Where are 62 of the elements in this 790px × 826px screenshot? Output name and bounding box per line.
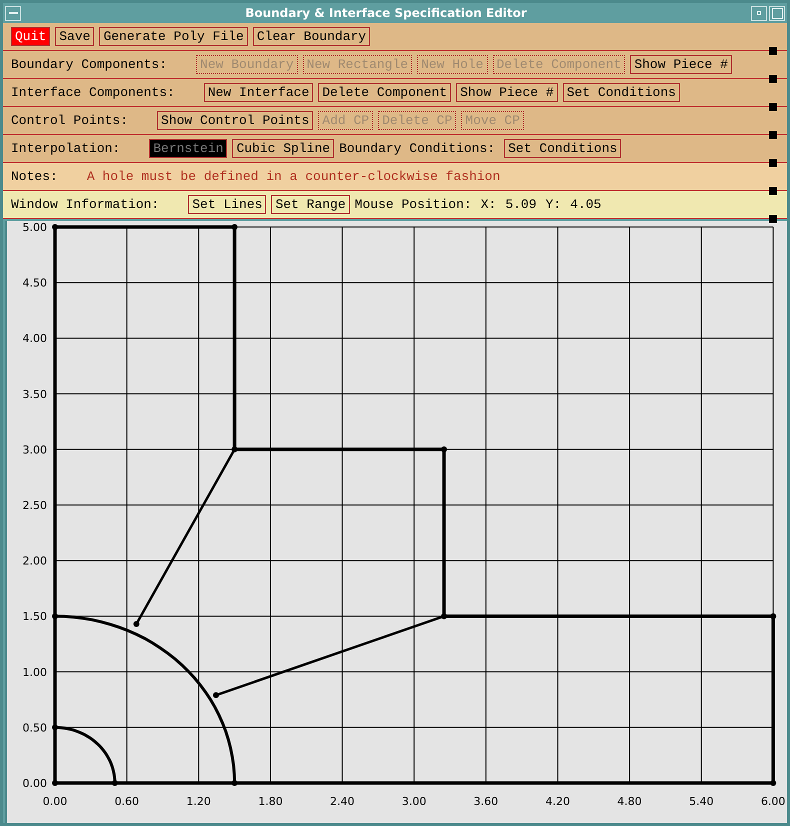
label: 5.09 xyxy=(505,197,537,212)
label: Window Information: xyxy=(11,197,160,212)
button[interactable]: Show Control Points xyxy=(157,111,314,130)
y-tick-label: 0.50 xyxy=(22,721,47,734)
maximize-button[interactable] xyxy=(769,6,785,20)
sash-handle[interactable] xyxy=(769,131,777,139)
label: Boundary Conditions: xyxy=(339,141,496,156)
note-text: A hole must be defined in a counter-clockwise fashion xyxy=(86,169,500,184)
button[interactable]: Show Piece # xyxy=(456,83,558,102)
quit-button[interactable]: Quit xyxy=(11,27,50,46)
sash-handle[interactable] xyxy=(769,75,777,83)
y-tick-label: 4.00 xyxy=(22,332,47,346)
x-tick-label: 2.40 xyxy=(330,795,355,808)
x-tick-label: 0.00 xyxy=(42,795,68,808)
button[interactable]: Generate Poly File xyxy=(99,27,248,46)
button[interactable]: Clear Boundary xyxy=(252,27,370,46)
button[interactable]: New Interface xyxy=(204,83,314,102)
y-tick-label: 0.00 xyxy=(22,777,47,790)
button[interactable]: Set Lines xyxy=(188,195,266,214)
label: Y: xyxy=(546,197,562,212)
option-button[interactable]: Bernstein xyxy=(149,139,228,158)
x-tick-label: 5.40 xyxy=(689,795,714,808)
option-button[interactable]: Cubic Spline xyxy=(232,139,334,158)
y-tick-label: 4.50 xyxy=(22,276,47,290)
x-tick-label: 6.00 xyxy=(760,795,786,808)
y-tick-label: 5.00 xyxy=(22,221,47,234)
sash-handle[interactable] xyxy=(769,159,777,167)
label: X: xyxy=(480,197,496,212)
sash-handle[interactable] xyxy=(769,47,777,55)
label: Notes: xyxy=(11,169,58,184)
x-tick-label: 3.00 xyxy=(402,795,426,808)
x-tick-label: 1.20 xyxy=(186,795,211,808)
window-menu-button[interactable] xyxy=(5,6,21,20)
sash-handle[interactable] xyxy=(769,215,777,223)
window-title: Boundary & Interface Specification Editor xyxy=(245,6,527,20)
x-tick-label: 1.80 xyxy=(258,795,283,808)
label: Control Points: xyxy=(11,113,128,128)
button[interactable]: Save xyxy=(55,27,94,46)
y-tick-label: 1.00 xyxy=(22,666,47,679)
button[interactable]: Set Range xyxy=(271,195,350,214)
y-tick-label: 2.50 xyxy=(22,499,47,512)
sash-handle[interactable] xyxy=(769,187,777,195)
x-tick-label: 0.60 xyxy=(114,795,140,808)
y-tick-label: 2.00 xyxy=(22,554,47,568)
y-tick-label: 3.00 xyxy=(22,443,47,456)
x-tick-label: 4.80 xyxy=(617,795,642,808)
x-tick-label: 3.60 xyxy=(474,795,498,808)
plot-canvas[interactable]: 0.00 0.60 1.20 1.80 2.40 3.00 3.60 4.20 4.80 5.40 6.00 5.00 4.50 4.00 3.50 3.00 2.50 2.00 1.50 1.00 0.50 0.00 xyxy=(5,221,787,823)
button[interactable]: Show Piece # xyxy=(630,55,732,74)
label: Interpolation: xyxy=(11,141,120,156)
label: Mouse Position: xyxy=(354,197,472,212)
y-tick-label: 3.50 xyxy=(22,388,47,401)
label: Interface Components: xyxy=(11,85,175,100)
button[interactable]: Delete Component xyxy=(318,83,452,102)
sash-handle[interactable] xyxy=(769,103,777,111)
label: 4.05 xyxy=(570,197,602,212)
x-tick-label: 4.20 xyxy=(546,795,570,808)
y-tick-label: 1.50 xyxy=(22,610,47,624)
button[interactable]: Set Conditions xyxy=(504,139,622,158)
label: Boundary Components: xyxy=(11,57,168,72)
button[interactable]: Set Conditions xyxy=(562,83,680,102)
minimize-button[interactable] xyxy=(751,6,767,20)
